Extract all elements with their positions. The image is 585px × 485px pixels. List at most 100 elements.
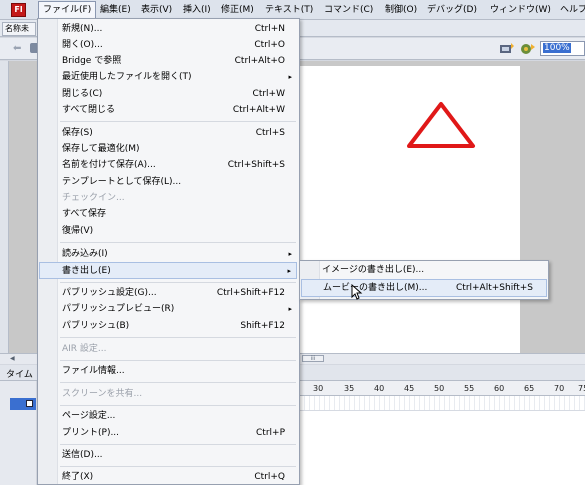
menu-item-save-as[interactable]: 名前を付けて保存(A)... Ctrl+Shift+S	[39, 157, 297, 173]
menu-item-export[interactable]: 書き出し(E) ▸	[39, 262, 297, 279]
menu-item-publish-settings[interactable]: パブリッシュ設定(G)... Ctrl+Shift+F12	[39, 285, 297, 301]
left-panel-edge	[0, 61, 9, 353]
menu-separator	[60, 242, 296, 243]
menu-item-label: 最近使用したファイルを開く(T)	[62, 72, 192, 82]
edit-scene-icon[interactable]	[499, 41, 515, 55]
menu-edit[interactable]: 編集(E)	[96, 1, 135, 19]
menu-item-label: 読み込み(I)	[62, 249, 108, 259]
menu-item-label: パブリッシュ設定(G)...	[62, 288, 157, 298]
zoom-value: 100%	[543, 43, 571, 53]
menu-item-shortcut: Ctrl+S	[255, 128, 285, 138]
menu-item-exit[interactable]: 終了(X) Ctrl+Q	[39, 469, 297, 485]
frame-number: 40	[374, 384, 385, 393]
menu-separator	[60, 282, 296, 283]
menu-item-label: ファイル情報...	[62, 366, 125, 376]
menu-item-shortcut: Ctrl+Shift+F12	[216, 288, 285, 298]
menu-item-shortcut: Ctrl+N	[254, 24, 285, 34]
menu-item-send[interactable]: 送信(D)...	[39, 447, 297, 463]
menu-file[interactable]: ファイル(F)	[38, 1, 97, 19]
menu-item-open[interactable]: 開く(O)... Ctrl+O	[39, 37, 297, 53]
menu-item-export-image[interactable]: イメージの書き出し(E)...	[301, 262, 547, 279]
menu-insert[interactable]: 挿入(I)	[179, 1, 215, 19]
frame-number: 35	[344, 384, 355, 393]
frame-number: 65	[524, 384, 535, 393]
menu-item-publish-preview[interactable]: パブリッシュプレビュー(R) ▸	[39, 301, 297, 317]
frame-number: 50	[434, 384, 445, 393]
menu-item-label: パブリッシュ(B)	[62, 321, 130, 331]
menu-separator	[60, 360, 296, 361]
menu-item-publish[interactable]: パブリッシュ(B) Shift+F12	[39, 318, 297, 334]
menu-separator	[60, 444, 296, 445]
menu-item-label: 名前を付けて保存(A)...	[62, 160, 156, 170]
menu-modify[interactable]: 修正(M)	[217, 1, 258, 19]
menu-item-label: スクリーンを共有...	[62, 389, 143, 399]
menu-item-close-all[interactable]: すべて閉じる Ctrl+Alt+W	[39, 102, 297, 118]
menu-item-close[interactable]: 閉じる(C) Ctrl+W	[39, 86, 297, 102]
timeline-tab[interactable]: タイム	[6, 367, 33, 380]
menu-window[interactable]: ウィンドウ(W)	[486, 1, 555, 19]
menu-item-open-recent[interactable]: 最近使用したファイルを開く(T) ▸	[39, 69, 297, 85]
menu-item-label: Bridge で参照	[62, 56, 122, 66]
submenu-arrow-icon: ▸	[287, 267, 291, 275]
layer-column	[0, 381, 36, 485]
menu-item-export-movie[interactable]: ムービーの書き出し(M)... Ctrl+Alt+Shift+S	[301, 279, 547, 297]
menu-item-shortcut: Shift+F12	[240, 321, 285, 331]
menu-item-air-settings: AIR 設定...	[39, 341, 297, 357]
menu-item-file-info[interactable]: ファイル情報...	[39, 363, 297, 379]
menu-item-label: チェックイン...	[62, 193, 125, 203]
menu-item-label: 送信(D)...	[62, 450, 103, 460]
menu-item-revert[interactable]: 復帰(V)	[39, 223, 297, 239]
menu-separator	[60, 466, 296, 467]
menu-item-label: 保存して最適化(M)	[62, 144, 140, 154]
menu-view[interactable]: 表示(V)	[137, 1, 176, 19]
menu-text[interactable]: テキスト(T)	[261, 1, 317, 19]
frame-number: 55	[464, 384, 475, 393]
menu-item-label: 閉じる(C)	[62, 89, 103, 99]
menu-item-label: 復帰(V)	[62, 226, 94, 236]
menu-item-browse-bridge[interactable]: Bridge で参照 Ctrl+Alt+O	[39, 53, 297, 69]
frame-number: 70	[554, 384, 565, 393]
menu-item-label: 書き出し(E)	[62, 266, 111, 276]
layer-icon	[26, 400, 33, 407]
menu-item-shortcut: Ctrl+W	[252, 89, 285, 99]
menu-item-save-all[interactable]: すべて保存	[39, 206, 297, 222]
menu-item-shortcut: Ctrl+Q	[254, 472, 285, 482]
submenu-arrow-icon: ▸	[288, 305, 292, 313]
menu-item-label: パブリッシュプレビュー(R)	[62, 304, 175, 314]
menu-item-label: すべて閉じる	[62, 105, 116, 115]
menu-separator	[60, 121, 296, 122]
menu-item-import[interactable]: 読み込み(I) ▸	[39, 246, 297, 262]
menu-item-label: 新規(N)...	[62, 24, 103, 34]
frame-number: 30	[313, 384, 324, 393]
menu-item-print[interactable]: プリント(P)... Ctrl+P	[39, 425, 297, 441]
menu-item-shortcut: Ctrl+Alt+Shift+S	[456, 283, 533, 293]
menu-item-label: 開く(O)...	[62, 40, 103, 50]
menu-item-label: 保存(S)	[62, 128, 93, 138]
menu-item-label: 終了(X)	[62, 472, 94, 482]
menu-item-page-setup[interactable]: ページ設定...	[39, 408, 297, 424]
document-tab[interactable]: 名称未	[2, 22, 36, 36]
menu-item-new[interactable]: 新規(N)... Ctrl+N	[39, 21, 297, 37]
zoom-input[interactable]: 100%	[540, 41, 585, 56]
menu-item-shortcut: Ctrl+P	[256, 428, 285, 438]
menu-item-label: プリント(P)...	[62, 428, 120, 438]
menu-debug[interactable]: デバッグ(D)	[423, 1, 481, 19]
menu-help[interactable]: ヘルプ	[556, 1, 585, 19]
frame-row[interactable]	[300, 396, 585, 411]
triangle-shape[interactable]	[405, 100, 477, 152]
menu-item-save-as-template[interactable]: テンプレートとして保存(L)...	[39, 174, 297, 190]
menu-control[interactable]: 制御(O)	[381, 1, 421, 19]
scroll-left-arrow-icon[interactable]: ◀	[10, 355, 15, 362]
menu-item-save-compact[interactable]: 保存して最適化(M)	[39, 141, 297, 157]
menu-item-save[interactable]: 保存(S) Ctrl+S	[39, 125, 297, 141]
menu-item-label: テンプレートとして保存(L)...	[62, 177, 182, 187]
back-arrow-icon[interactable]: ⬅	[13, 43, 21, 54]
scrollbar-thumb[interactable]: iii	[302, 355, 324, 362]
menu-separator	[60, 405, 296, 406]
menu-item-shortcut: Ctrl+Alt+W	[232, 105, 285, 115]
menu-item-label: イメージの書き出し(E)...	[322, 265, 425, 275]
menu-separator	[60, 337, 296, 338]
edit-symbol-icon[interactable]	[520, 41, 536, 55]
menu-commands[interactable]: コマンド(C)	[320, 1, 377, 19]
flash-app-icon[interactable]: Fl	[11, 3, 26, 17]
